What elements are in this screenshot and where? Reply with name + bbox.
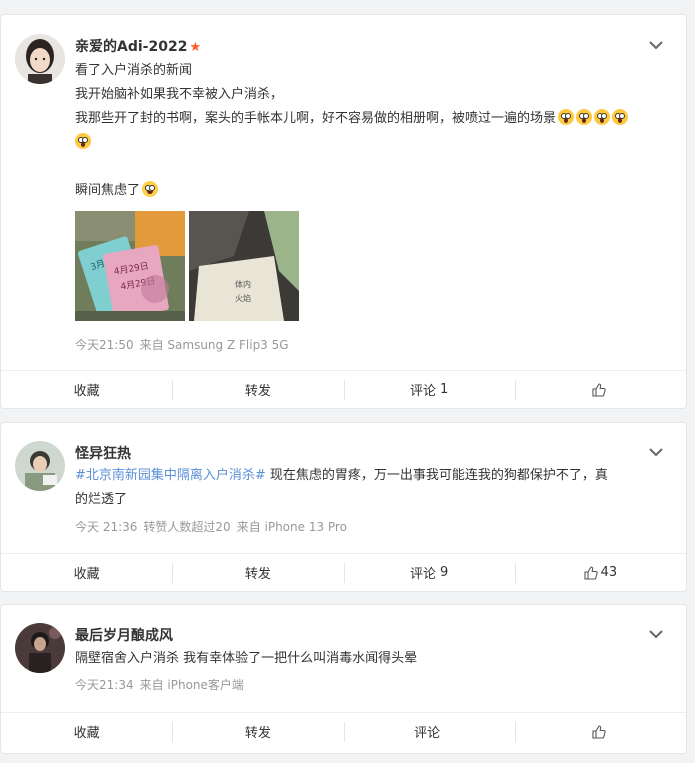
star-icon: ★ xyxy=(189,40,202,55)
thumbs-up-icon xyxy=(592,382,606,397)
post-text: 我开始脑补如果我不幸被入户消杀， xyxy=(75,87,284,102)
post-actions: 收藏 转发 评论 xyxy=(1,712,686,750)
post-text: 我那些开了封的书啊，案头的手帐本儿啊，好不容易做的相册啊，被喷过一遍的场景 xyxy=(75,109,629,129)
post-time[interactable]: 今天 21:36 xyxy=(75,520,137,534)
post-meta: 今天 21:36 转赞人数超过20 来自 iPhone 13 Pro xyxy=(75,518,353,535)
post-actions: 收藏 转发 评论 1 xyxy=(1,370,686,408)
avatar[interactable] xyxy=(15,441,65,491)
repost-label: 转发 xyxy=(244,726,271,741)
post-text: 的烂透了 xyxy=(75,492,128,507)
username-text[interactable]: 亲爱的Adi-2022 xyxy=(75,39,187,55)
thumbs-up-icon xyxy=(584,565,598,580)
comment-label: 评论 xyxy=(414,726,441,741)
comment-button[interactable]: 评论 1 xyxy=(343,371,515,408)
comment-label: 评论 xyxy=(409,567,436,582)
thumbs-up-icon xyxy=(592,724,606,739)
post-text-segment: 我那些开了封的书啊，案头的手帐本儿啊，好不容易做的相册啊，被喷过一遍的场景 xyxy=(75,111,557,126)
favorite-label: 收藏 xyxy=(73,726,100,741)
comment-count: 1 xyxy=(439,382,449,397)
like-button[interactable]: 43 xyxy=(514,554,686,591)
post-text: 瞬间焦虑了 xyxy=(75,181,159,201)
post-actions: 收藏 转发 评论 9 43 xyxy=(1,553,686,591)
scream-emoji xyxy=(612,109,629,125)
post-repost-note: 转赞人数超过20 xyxy=(143,520,231,534)
username[interactable]: 最后岁月酿成风 xyxy=(75,625,173,645)
post-time[interactable]: 今天21:34 xyxy=(75,678,134,692)
repost-label: 转发 xyxy=(244,384,271,399)
post-source: 来自 Samsung Z Flip3 5G xyxy=(139,338,289,352)
favorite-button[interactable]: 收藏 xyxy=(1,371,172,408)
post-text xyxy=(75,133,91,153)
post-image-tickets[interactable]: 3月19日 4月29日 4月29日 xyxy=(75,211,185,321)
comment-button[interactable]: 评论 9 xyxy=(343,554,515,591)
like-button[interactable] xyxy=(514,371,686,408)
post-card: 怪异狂热 #北京南新园集中隔离入户消杀# 现在焦虑的胃疼，万一出事我可能连我的狗… xyxy=(0,422,687,592)
chevron-down-icon[interactable] xyxy=(648,39,664,51)
comment-button[interactable]: 评论 xyxy=(343,713,515,750)
favorite-button[interactable]: 收藏 xyxy=(1,554,172,591)
post-text: #北京南新园集中隔离入户消杀# 现在焦虑的胃疼，万一出事我可能连我的狗都保护不了… xyxy=(75,466,608,486)
scream-emoji xyxy=(75,133,91,149)
repost-button[interactable]: 转发 xyxy=(172,371,343,408)
chevron-down-icon[interactable] xyxy=(648,446,664,458)
post-card: 亲爱的Adi-2022 ★ 看了入户消杀的新闻 我开始脑补如果我不幸被入户消杀， … xyxy=(0,14,687,409)
post-text: 隔壁宿舍入户消杀 我有幸体验了一把什么叫消毒水闻得头晕 xyxy=(75,651,418,666)
post-source: 来自 iPhone客户端 xyxy=(139,678,244,692)
username[interactable]: 怪异狂热 xyxy=(75,443,131,463)
post-text-segment: 瞬间焦虑了 xyxy=(75,183,141,198)
favorite-label: 收藏 xyxy=(73,567,100,582)
comment-label: 评论 xyxy=(409,384,436,399)
hashtag-link[interactable]: #北京南新园集中隔离入户消杀# xyxy=(75,468,266,483)
scream-emoji xyxy=(576,109,593,125)
post-source: 来自 iPhone 13 Pro xyxy=(236,520,347,534)
notebook-text: 体内 xyxy=(235,279,251,289)
post-card: 最后岁月酿成风 隔壁宿舍入户消杀 我有幸体验了一把什么叫消毒水闻得头晕 今天21… xyxy=(0,604,687,754)
avatar[interactable] xyxy=(15,34,65,84)
repost-button[interactable]: 转发 xyxy=(172,713,343,750)
post-image-notebook[interactable]: 体内 火焰 xyxy=(189,211,299,321)
scream-emoji xyxy=(594,109,611,125)
like-count: 43 xyxy=(600,565,618,580)
favorite-label: 收藏 xyxy=(73,384,100,399)
repost-label: 转发 xyxy=(244,567,271,582)
post-meta: 今天21:50 来自 Samsung Z Flip3 5G xyxy=(75,336,295,353)
scream-emoji xyxy=(558,109,575,125)
post-meta: 今天21:34 来自 iPhone客户端 xyxy=(75,676,250,693)
post-text: 看了入户消杀的新闻 xyxy=(75,63,193,78)
crying-emoji xyxy=(142,181,159,197)
like-button[interactable] xyxy=(514,713,686,750)
notebook-text: 火焰 xyxy=(235,293,251,303)
repost-button[interactable]: 转发 xyxy=(172,554,343,591)
username[interactable]: 亲爱的Adi-2022 ★ xyxy=(75,36,201,56)
post-text-segment: 现在焦虑的胃疼，万一出事我可能连我的狗都保护不了，真 xyxy=(265,468,608,483)
avatar[interactable] xyxy=(15,623,65,673)
favorite-button[interactable]: 收藏 xyxy=(1,713,172,750)
post-time[interactable]: 今天21:50 xyxy=(75,338,134,352)
comment-count: 9 xyxy=(439,565,449,580)
chevron-down-icon[interactable] xyxy=(648,628,664,640)
